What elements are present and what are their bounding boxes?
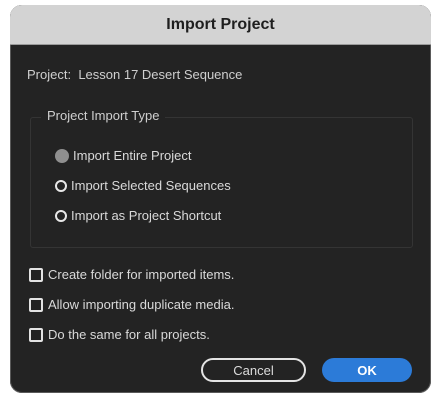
import-project-dialog: Import Project Project: Lesson 17 Desert… — [10, 5, 431, 393]
ok-button[interactable]: OK — [322, 358, 412, 382]
dialog-titlebar[interactable]: Import Project — [10, 5, 431, 45]
radio-label: Import as Project Shortcut — [71, 208, 222, 223]
radio-label: Import Selected Sequences — [71, 178, 231, 193]
checkbox-icon[interactable] — [29, 267, 43, 282]
cancel-button[interactable]: Cancel — [201, 358, 306, 382]
checkbox-allow-duplicate-media[interactable]: Allow importing duplicate media. — [29, 297, 234, 312]
checkbox-label: Do the same for all projects. — [48, 327, 210, 342]
import-type-group-title: Project Import Type — [41, 108, 166, 123]
radio-label: Import Entire Project — [73, 148, 192, 163]
checkbox-icon[interactable] — [29, 297, 43, 312]
checkbox-label: Create folder for imported items. — [48, 267, 235, 282]
radio-import-selected-sequences[interactable]: Import Selected Sequences — [55, 178, 231, 193]
checkbox-label: Allow importing duplicate media. — [48, 297, 235, 312]
radio-empty-icon[interactable] — [55, 179, 67, 192]
radio-empty-icon[interactable] — [55, 209, 67, 222]
radio-selected-icon[interactable] — [55, 148, 69, 163]
checkbox-create-folder[interactable]: Create folder for imported items. — [29, 267, 234, 282]
radio-import-as-project-shortcut[interactable]: Import as Project Shortcut — [55, 208, 221, 223]
checkbox-icon[interactable] — [29, 327, 43, 342]
project-name: Lesson 17 Desert Sequence — [78, 67, 243, 82]
project-label: Project: — [27, 67, 72, 82]
project-info: Project: Lesson 17 Desert Sequence — [27, 67, 242, 82]
checkbox-same-for-all-projects[interactable]: Do the same for all projects. — [29, 327, 210, 342]
dialog-title: Import Project — [166, 15, 275, 33]
radio-import-entire-project[interactable]: Import Entire Project — [55, 148, 192, 163]
